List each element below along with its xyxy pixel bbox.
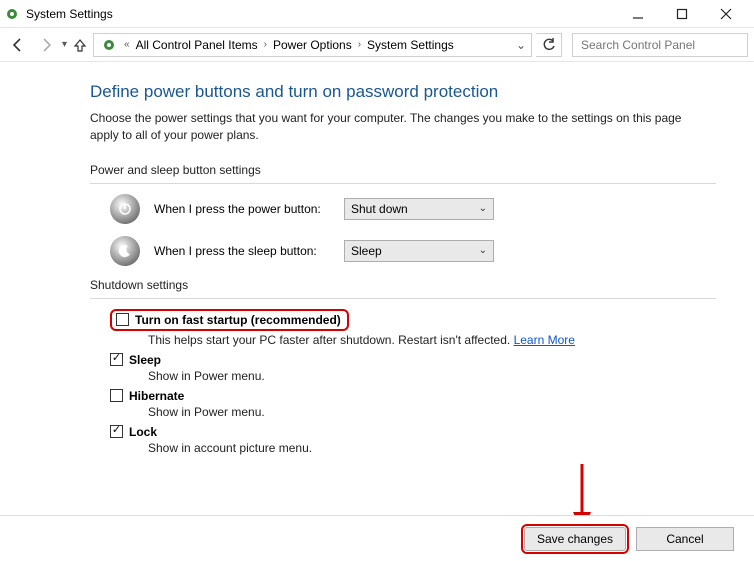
fast-startup-option: Turn on fast startup (recommended) This … [110, 309, 716, 347]
option-title: Sleep [129, 353, 161, 367]
sleep-checkbox[interactable] [110, 353, 123, 366]
chevron-right-icon: › [356, 39, 363, 50]
app-icon [4, 6, 20, 22]
option-desc: This helps start your PC faster after sh… [148, 333, 716, 347]
section-label: Shutdown settings [90, 278, 716, 292]
cancel-button[interactable]: Cancel [636, 527, 734, 551]
power-button-row: When I press the power button: Shut down… [110, 194, 716, 224]
sleep-button-dropdown[interactable]: Sleep ⌄ [344, 240, 494, 262]
back-button[interactable] [6, 33, 30, 57]
search-box[interactable] [572, 33, 748, 57]
sleep-icon [110, 236, 140, 266]
breadcrumb-item[interactable]: Power Options [269, 38, 356, 52]
breadcrumb-item[interactable]: All Control Panel Items [132, 38, 262, 52]
breadcrumb-item[interactable]: System Settings [363, 38, 458, 52]
navbar: ▾ « All Control Panel Items › Power Opti… [0, 28, 754, 62]
content-area: Define power buttons and turn on passwor… [0, 62, 754, 455]
dropdown-value: Sleep [351, 244, 382, 258]
learn-more-link[interactable]: Learn More [514, 333, 575, 347]
option-desc: Show in Power menu. [148, 369, 716, 383]
minimize-button[interactable] [616, 0, 660, 28]
window-title: System Settings [26, 7, 113, 21]
close-button[interactable] [704, 0, 748, 28]
lock-checkbox[interactable] [110, 425, 123, 438]
option-title: Hibernate [129, 389, 184, 403]
breadcrumb[interactable]: « All Control Panel Items › Power Option… [93, 33, 532, 57]
sleep-option: Sleep Show in Power menu. [110, 353, 716, 383]
window-controls [616, 0, 748, 28]
hibernate-checkbox[interactable] [110, 389, 123, 402]
option-desc: Show in Power menu. [148, 405, 716, 419]
chevron-right-icon: › [262, 39, 269, 50]
option-desc: Show in account picture menu. [148, 441, 716, 455]
save-changes-button[interactable]: Save changes [524, 527, 626, 551]
option-title: Turn on fast startup (recommended) [135, 313, 341, 327]
control-panel-icon [100, 36, 118, 54]
history-dropdown-icon[interactable]: ▾ [62, 39, 67, 50]
maximize-button[interactable] [660, 0, 704, 28]
fast-startup-checkbox[interactable] [116, 313, 129, 326]
sleep-button-row: When I press the sleep button: Sleep ⌄ [110, 236, 716, 266]
section-label: Power and sleep button settings [90, 163, 716, 177]
search-input[interactable] [579, 37, 741, 53]
power-button-dropdown[interactable]: Shut down ⌄ [344, 198, 494, 220]
chevron-down-icon: ⌄ [479, 245, 487, 256]
chevron-down-icon: ⌄ [479, 203, 487, 214]
refresh-button[interactable] [536, 33, 562, 57]
chevron-right-icon: « [122, 39, 132, 50]
forward-button[interactable] [34, 33, 58, 57]
option-title: Lock [129, 425, 157, 439]
divider [90, 298, 716, 299]
lock-option: Lock Show in account picture menu. [110, 425, 716, 455]
hibernate-option: Hibernate Show in Power menu. [110, 389, 716, 419]
breadcrumb-dropdown-icon[interactable]: ⌄ [513, 38, 529, 52]
sleep-button-label: When I press the sleep button: [154, 244, 344, 258]
up-button[interactable] [71, 33, 89, 57]
bottom-bar: Save changes Cancel [0, 515, 754, 561]
dropdown-value: Shut down [351, 202, 408, 216]
titlebar: System Settings [0, 0, 754, 28]
divider [90, 183, 716, 184]
annotation-highlight: Turn on fast startup (recommended) [110, 309, 349, 331]
page-description: Choose the power settings that you want … [90, 110, 710, 145]
page-heading: Define power buttons and turn on passwor… [90, 82, 716, 102]
power-icon [110, 194, 140, 224]
power-button-label: When I press the power button: [154, 202, 344, 216]
